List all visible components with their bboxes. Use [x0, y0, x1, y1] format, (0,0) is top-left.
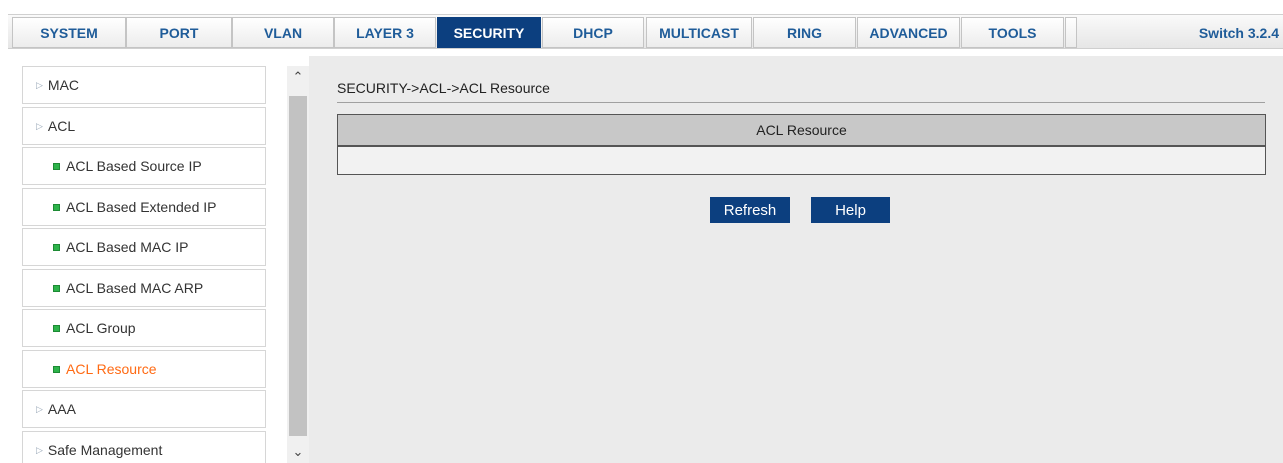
green-square-bullet-icon	[53, 243, 60, 251]
sidebar-item-label: AAA	[47, 401, 76, 417]
tab-tools[interactable]: TOOLS	[961, 17, 1064, 48]
breadcrumb: SECURITY->ACL->ACL Resource	[337, 80, 550, 96]
triangle-right-icon: ▷	[36, 79, 43, 90]
table-header: ACL Resource	[338, 115, 1265, 147]
sidebar-menu: ▷ MAC ▷ ACL ACL Based Source IP ACL Base…	[22, 66, 266, 463]
sidebar-item-label: ACL Based Source IP	[66, 158, 202, 174]
sidebar-item-label: ACL Resource	[66, 361, 157, 377]
tab-strip: SYSTEM PORT VLAN LAYER 3 SECURITY DHCP M…	[8, 14, 1283, 49]
tab-layer3[interactable]: LAYER 3	[334, 17, 436, 48]
sidebar-item-label: ACL Based MAC ARP	[66, 280, 204, 296]
triangle-right-icon: ▷	[36, 120, 43, 131]
sidebar-item-label: ACL Based MAC IP	[66, 239, 189, 255]
tab-spacer	[1065, 17, 1077, 48]
help-button[interactable]: Help	[811, 197, 890, 223]
sidebar-item-label: MAC	[47, 77, 80, 93]
refresh-button[interactable]: Refresh	[710, 197, 790, 223]
sidebar-item-mac[interactable]: ▷ MAC	[22, 66, 266, 104]
firmware-version: Switch 3.2.4	[1198, 24, 1279, 41]
tab-ring[interactable]: RING	[753, 17, 856, 48]
sidebar-item-safe-management[interactable]: ▷ Safe Management	[22, 431, 266, 463]
triangle-right-icon: ▷	[36, 444, 43, 455]
scrollbar-thumb[interactable]	[289, 96, 307, 436]
breadcrumb-divider	[337, 102, 1265, 103]
tab-vlan[interactable]: VLAN	[232, 17, 334, 48]
green-square-bullet-icon	[53, 162, 60, 170]
triangle-right-icon: ▷	[36, 403, 43, 414]
sidebar-item-acl-based-mac-arp[interactable]: ACL Based MAC ARP	[22, 269, 266, 307]
tab-port[interactable]: PORT	[126, 17, 232, 48]
sidebar-item-acl-group[interactable]: ACL Group	[22, 309, 266, 347]
tab-multicast[interactable]: MULTICAST	[646, 17, 752, 48]
sidebar-item-label: ACL	[47, 118, 76, 134]
green-square-bullet-icon	[53, 324, 60, 332]
sidebar-item-acl-based-mac-ip[interactable]: ACL Based MAC IP	[22, 228, 266, 266]
sidebar-item-label: ACL Group	[66, 320, 136, 336]
sidebar-item-aaa[interactable]: ▷ AAA	[22, 390, 266, 428]
green-square-bullet-icon	[53, 203, 60, 211]
green-square-bullet-icon	[53, 284, 60, 292]
tab-advanced[interactable]: ADVANCED	[857, 17, 960, 48]
tab-dhcp[interactable]: DHCP	[542, 17, 644, 48]
tab-security[interactable]: SECURITY	[437, 17, 541, 48]
top-navigation-bar: SYSTEM PORT VLAN LAYER 3 SECURITY DHCP M…	[0, 0, 1283, 56]
table-row	[338, 147, 1265, 174]
sidebar-item-acl-based-source-ip[interactable]: ACL Based Source IP	[22, 147, 266, 185]
sidebar-item-acl-based-extended-ip[interactable]: ACL Based Extended IP	[22, 188, 266, 226]
main-content: SECURITY->ACL->ACL Resource ACL Resource…	[309, 56, 1283, 463]
green-square-bullet-icon	[53, 365, 60, 373]
chevron-up-icon[interactable]: ⌃	[287, 66, 309, 88]
chevron-down-icon[interactable]: ⌄	[287, 441, 309, 463]
sidebar-scrollbar[interactable]: ⌃ ⌄	[287, 66, 309, 463]
acl-resource-table: ACL Resource	[337, 114, 1266, 175]
sidebar-item-acl[interactable]: ▷ ACL	[22, 107, 266, 145]
tab-system[interactable]: SYSTEM	[12, 17, 126, 48]
sidebar-item-label: Safe Management	[47, 442, 163, 458]
sidebar-item-label: ACL Based Extended IP	[66, 199, 217, 215]
sidebar-item-acl-resource[interactable]: ACL Resource	[22, 350, 266, 388]
